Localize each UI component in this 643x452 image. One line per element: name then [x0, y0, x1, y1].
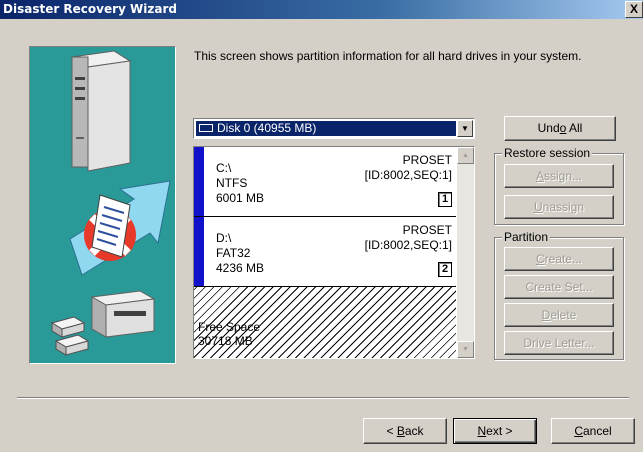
partition-bar	[194, 217, 204, 286]
partition-bar	[194, 147, 204, 216]
restore-session-group: Restore session Assign... Unassign	[494, 146, 624, 225]
tape-cartridge-icon	[50, 316, 90, 356]
free-space-title: Free Space	[198, 320, 261, 334]
partition-item[interactable]: D:\ FAT32 4236 MB PROSET [ID:8002,SEQ:1]…	[194, 217, 456, 287]
delete-label-post: elete	[550, 308, 577, 322]
partition-group: Partition Create... Create Set... Delete…	[494, 230, 624, 360]
partition-group-title: Partition	[502, 230, 551, 244]
create-label-key: C	[535, 252, 545, 266]
life-ring-icon	[84, 194, 136, 261]
server-tower-icon	[70, 50, 132, 172]
next-label-post: ext >	[486, 424, 513, 438]
cancel-label-key: C	[574, 424, 583, 438]
close-button[interactable]: X	[625, 1, 643, 18]
partition-number: 2	[438, 262, 452, 277]
unassign-button[interactable]: Unassign	[504, 195, 614, 219]
window-title: Disaster Recovery Wizard	[3, 2, 177, 16]
create-button[interactable]: Create...	[504, 247, 614, 271]
back-button[interactable]: < Back	[363, 418, 447, 444]
undo-all-label-post: All	[566, 121, 583, 135]
next-label-key: N	[477, 424, 487, 438]
unassign-label-key: U	[533, 200, 543, 214]
disk-select[interactable]: Disk 0 (40955 MB) ▼	[193, 118, 475, 139]
assign-label-key: A	[535, 169, 544, 183]
restore-session-title: Restore session	[502, 146, 593, 160]
partition-id: [ID:8002,SEQ:1]	[364, 168, 452, 182]
back-label-pre: <	[386, 424, 397, 438]
undo-all-label-pre: Und	[537, 121, 560, 135]
partition-size: 6001 MB	[216, 191, 265, 205]
scroll-down-icon[interactable]: ▼	[457, 341, 474, 358]
back-label-key: B	[396, 424, 405, 438]
cancel-label-post: ancel	[582, 424, 612, 438]
assign-button[interactable]: Assign...	[504, 164, 614, 188]
partition-label: PROSET	[402, 223, 452, 237]
assign-label-post: ssign...	[544, 169, 583, 183]
free-space-item[interactable]: Free Space 30718 MB	[194, 287, 456, 358]
drive-letter-button[interactable]: Drive Letter...	[504, 331, 614, 355]
delete-label-key: D	[541, 308, 551, 322]
title-bar: Disaster Recovery Wizard X	[0, 0, 643, 19]
partition-item[interactable]: C:\ NTFS 6001 MB PROSET [ID:8002,SEQ:1] …	[194, 147, 456, 217]
footer-separator	[17, 397, 629, 399]
create-label-post: reate...	[544, 252, 583, 266]
partition-size: 4236 MB	[216, 261, 265, 275]
partition-drive: C:\	[216, 161, 232, 175]
tape-drive-icon	[90, 290, 156, 338]
partition-number: 1	[438, 192, 452, 207]
disk-select-value: Disk 0 (40955 MB)	[196, 121, 456, 136]
free-space-size: 30718 MB	[198, 334, 253, 348]
partition-filesystem: FAT32	[216, 246, 251, 260]
wizard-illustration	[29, 46, 176, 364]
undo-all-button[interactable]: Undo All	[504, 116, 616, 141]
next-button[interactable]: Next >	[453, 418, 537, 444]
wizard-illustration-svg	[50, 50, 171, 356]
partition-id: [ID:8002,SEQ:1]	[364, 238, 452, 252]
description-text: This screen shows partition information …	[194, 49, 582, 63]
partition-filesystem: NTFS	[216, 176, 248, 190]
delete-button[interactable]: Delete	[504, 303, 614, 327]
disk-select-label: Disk 0 (40955 MB)	[217, 121, 317, 135]
create-set-button[interactable]: Create Set...	[504, 275, 614, 299]
cancel-button[interactable]: Cancel	[551, 418, 635, 444]
unassign-label-post: nassign	[542, 200, 585, 214]
free-space-label: Free Space 30718 MB	[198, 320, 260, 348]
back-label-post: ack	[404, 424, 424, 438]
partition-label: PROSET	[402, 153, 452, 167]
dropdown-arrow-icon[interactable]: ▼	[457, 120, 473, 137]
partition-list[interactable]: C:\ NTFS 6001 MB PROSET [ID:8002,SEQ:1] …	[193, 146, 475, 359]
vertical-scrollbar[interactable]: ▲ ▼	[457, 147, 474, 358]
scroll-up-icon[interactable]: ▲	[457, 147, 474, 164]
disk-icon	[199, 123, 213, 132]
partition-drive: D:\	[216, 231, 232, 245]
